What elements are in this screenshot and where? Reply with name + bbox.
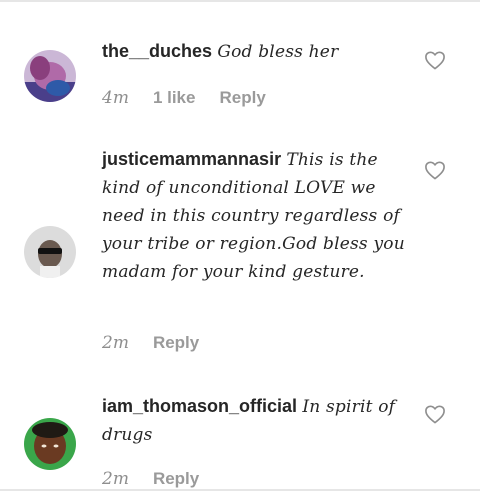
comment-time: 4m <box>102 88 129 108</box>
comment-text-block: the__duches God bless her <box>102 38 412 66</box>
avatar[interactable] <box>24 226 76 278</box>
comment-text-block: iam_thomason_official In spirit of drugs <box>102 393 412 449</box>
comment-likes[interactable]: 1 like <box>153 88 196 108</box>
comment-body: God bless her <box>217 42 339 62</box>
comment-username[interactable]: the__duches <box>102 41 212 61</box>
heart-outline-icon[interactable] <box>424 160 446 180</box>
comment-meta: 2m Reply <box>102 333 199 353</box>
reply-button[interactable]: Reply <box>153 333 199 353</box>
reply-button[interactable]: Reply <box>153 469 199 489</box>
comment-time: 2m <box>102 333 129 353</box>
reply-button[interactable]: Reply <box>219 88 265 108</box>
avatar[interactable] <box>24 418 76 470</box>
heart-outline-icon[interactable] <box>424 404 446 424</box>
comment-username[interactable]: justicemammannasir <box>102 149 281 169</box>
comment-text-block: justicemammannasir This is the kind of u… <box>102 146 412 286</box>
comment-username[interactable]: iam_thomason_official <box>102 396 297 416</box>
top-divider <box>0 0 480 2</box>
comment-meta: 2m Reply <box>102 469 199 489</box>
comment-time: 2m <box>102 469 129 489</box>
avatar[interactable] <box>24 50 76 102</box>
heart-outline-icon[interactable] <box>424 50 446 70</box>
comment-meta: 4m 1 like Reply <box>102 88 266 108</box>
comment-body: This is the kind of unconditional LOVE w… <box>102 150 405 282</box>
